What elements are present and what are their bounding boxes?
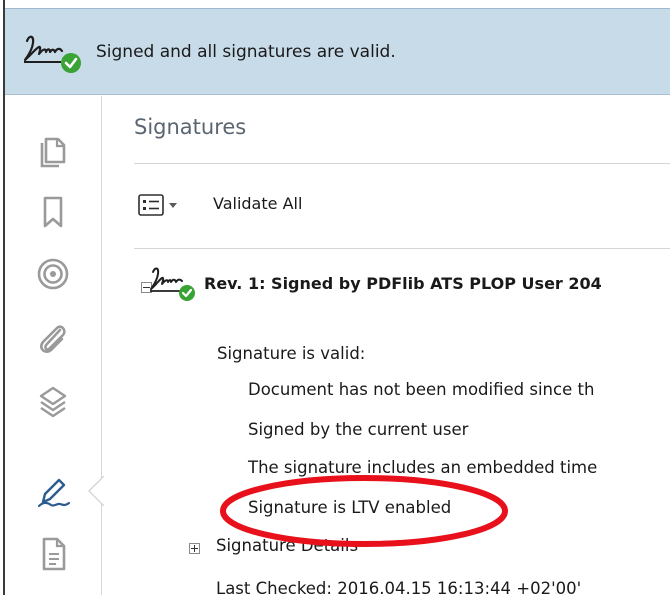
- revision-title[interactable]: Rev. 1: Signed by PDFlib ATS PLOP User 2…: [204, 274, 602, 293]
- attachment-icon[interactable]: [33, 318, 73, 358]
- signature-valid-heading[interactable]: Signature is valid:: [217, 344, 365, 363]
- options-list-icon[interactable]: [138, 194, 188, 216]
- pages-icon[interactable]: [33, 130, 73, 170]
- navigation-panel: [5, 96, 102, 595]
- detail-signed-by-current-user[interactable]: Signed by the current user: [248, 420, 468, 439]
- last-checked-text: Last Checked: 2016.04.15 16:13:44 +02'00…: [216, 579, 582, 595]
- validate-all-button[interactable]: Validate All: [213, 194, 302, 213]
- revision-signature-icon: [150, 267, 195, 301]
- title-divider: [134, 163, 670, 164]
- active-panel-pointer: [88, 476, 104, 506]
- target-icon[interactable]: [33, 254, 73, 294]
- expand-signature-details-toggle[interactable]: [189, 543, 200, 554]
- layers-icon[interactable]: [33, 382, 73, 422]
- detail-not-modified[interactable]: Document has not been modified since th: [248, 380, 594, 399]
- bookmark-icon[interactable]: [33, 192, 73, 232]
- signature-valid-icon: [23, 35, 81, 73]
- panel-title: Signatures: [134, 115, 247, 139]
- signature-status-message: Signed and all signatures are valid.: [96, 42, 396, 62]
- signature-pen-icon[interactable]: [33, 472, 73, 512]
- signature-message-bar: Signed and all signatures are valid.: [5, 8, 670, 95]
- highlight-ellipse-annotation: [220, 475, 508, 547]
- toolbar-divider: [134, 248, 670, 249]
- document-icon[interactable]: [33, 534, 73, 574]
